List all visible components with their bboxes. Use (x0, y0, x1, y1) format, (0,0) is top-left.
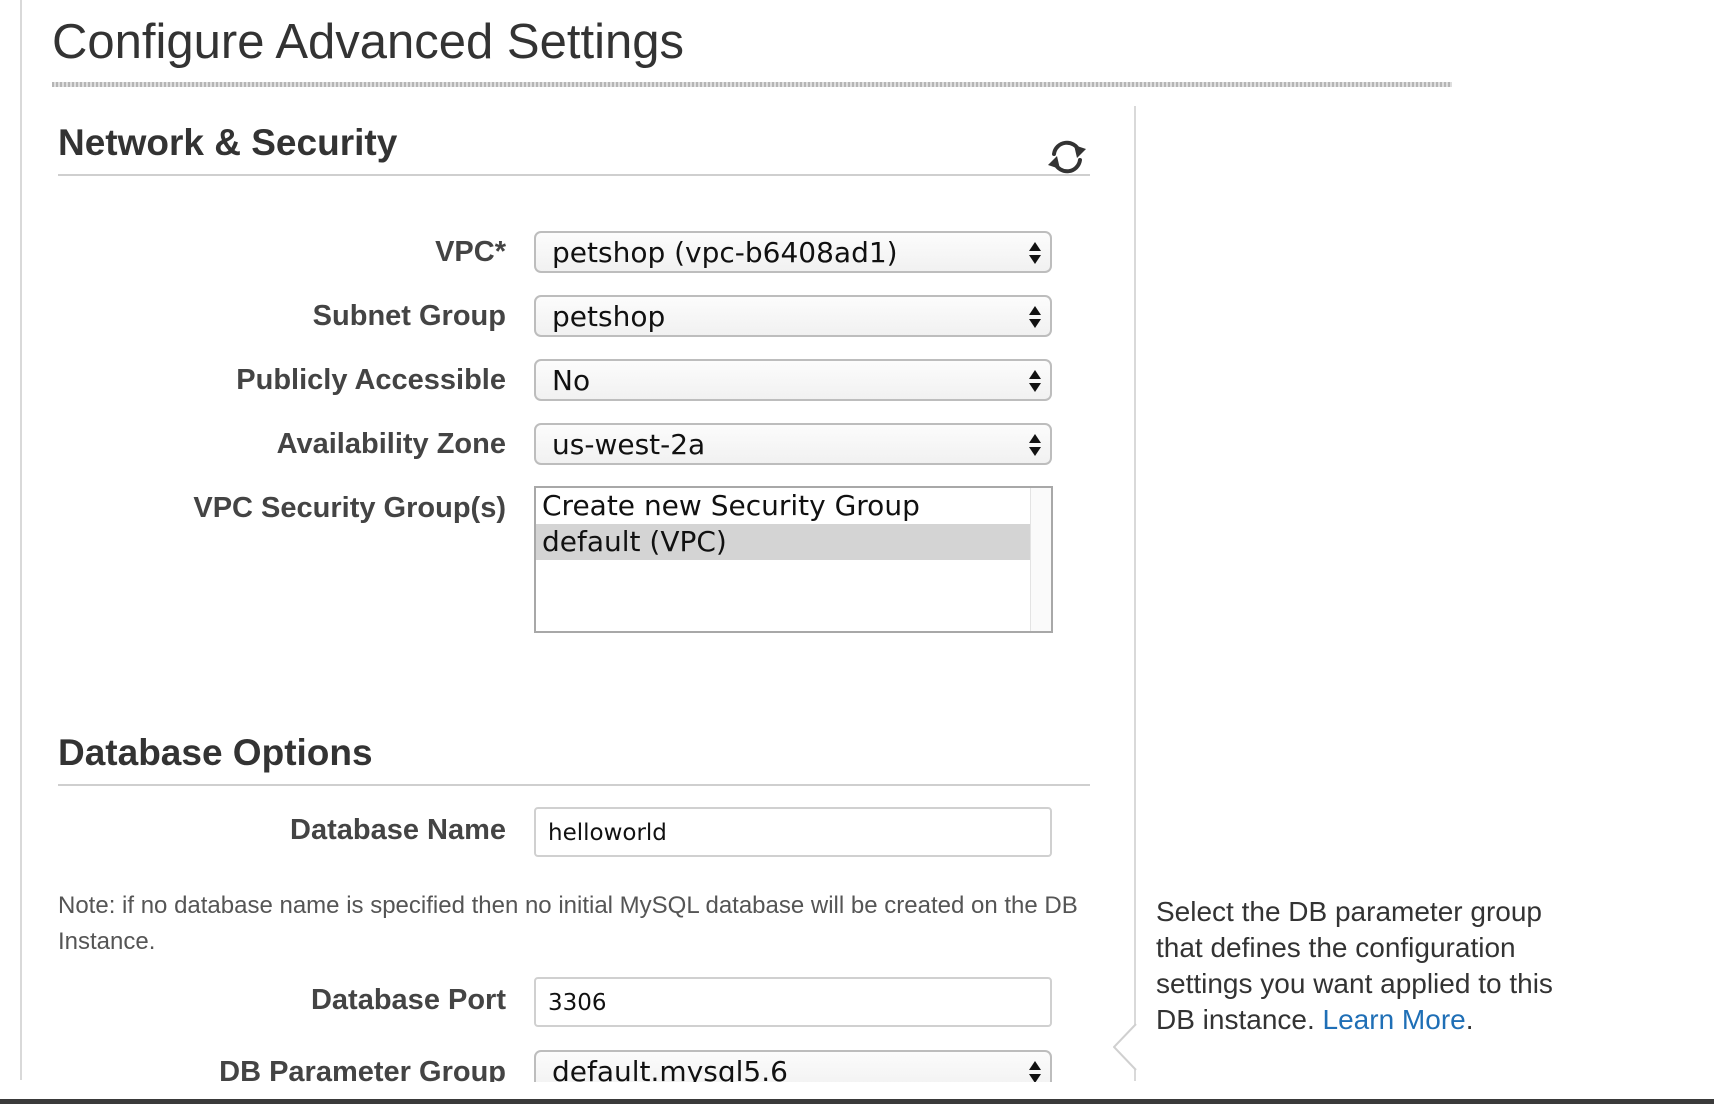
subnet-group-label: Subnet Group (312, 300, 506, 332)
column-divider (1134, 106, 1136, 1081)
select-arrows-icon (1029, 1061, 1041, 1082)
help-pointer-arrow (1113, 1023, 1137, 1071)
advanced-settings-page: Configure Advanced Settings Network & Se… (0, 0, 1714, 1104)
select-arrows-icon (1029, 370, 1041, 392)
publicly-accessible-select-value: No (552, 364, 591, 397)
database-name-label: Database Name (290, 814, 506, 846)
learn-more-link[interactable]: Learn More (1323, 1004, 1466, 1035)
help-panel: Select the DB parameter group that defin… (1156, 894, 1576, 1038)
publicly-accessible-label: Publicly Accessible (236, 364, 506, 396)
bottom-bar (0, 1099, 1714, 1104)
listbox-scrollbar[interactable] (1030, 488, 1051, 631)
security-group-option-create-new[interactable]: Create new Security Group (536, 488, 1031, 524)
database-name-note: Note: if no database name is specified t… (58, 892, 1078, 955)
database-port-value: 3306 (548, 990, 607, 1016)
security-groups-label: VPC Security Group(s) (193, 492, 506, 524)
parameter-group-select-value: default.mysql5.6 (552, 1055, 788, 1082)
network-security-divider (58, 174, 1090, 176)
availability-zone-label: Availability Zone (276, 428, 506, 460)
page-title: Configure Advanced Settings (52, 15, 684, 69)
parameter-group-select[interactable]: default.mysql5.6 (534, 1050, 1052, 1082)
content-area: Configure Advanced Settings Network & Se… (0, 0, 1714, 1082)
publicly-accessible-select[interactable]: No (534, 359, 1052, 401)
select-arrows-icon (1029, 434, 1041, 456)
subnet-group-select-value: petshop (552, 300, 666, 333)
database-options-divider (58, 784, 1090, 786)
security-group-option-default[interactable]: default (VPC) (536, 524, 1031, 560)
vpc-select[interactable]: petshop (vpc-b6408ad1) (534, 231, 1052, 273)
select-arrows-icon (1029, 306, 1041, 328)
subnet-group-select[interactable]: petshop (534, 295, 1052, 337)
refresh-icon[interactable] (1044, 137, 1090, 177)
database-port-input[interactable]: 3306 (534, 977, 1052, 1027)
database-name-input[interactable]: helloworld (534, 807, 1052, 857)
database-options-heading: Database Options (58, 732, 373, 773)
left-border (20, 0, 22, 1080)
security-groups-listbox[interactable]: Create new Security Group default (VPC) (534, 486, 1053, 633)
database-name-value: helloworld (548, 820, 667, 846)
select-arrows-icon (1029, 242, 1041, 264)
title-divider (52, 82, 1452, 87)
network-security-heading: Network & Security (58, 122, 398, 163)
help-trailing-period: . (1465, 1004, 1474, 1035)
vpc-select-value: petshop (vpc-b6408ad1) (552, 236, 898, 269)
availability-zone-select[interactable]: us-west-2a (534, 423, 1052, 465)
availability-zone-select-value: us-west-2a (552, 428, 706, 461)
vpc-label: VPC* (435, 236, 506, 268)
database-port-label: Database Port (310, 984, 506, 1016)
parameter-group-label: DB Parameter Group (219, 1056, 506, 1082)
